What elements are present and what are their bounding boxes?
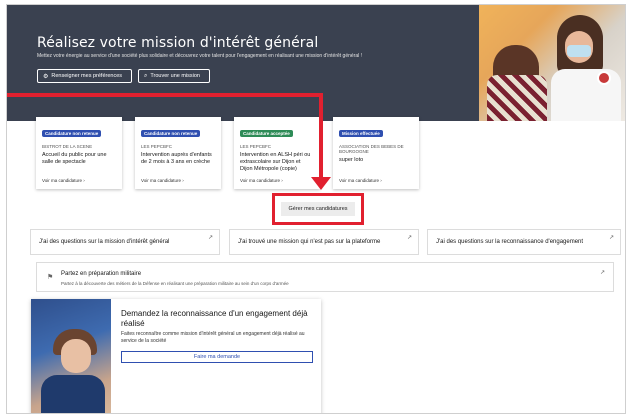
arrow-up-right-icon: ↗ bbox=[599, 270, 605, 276]
manage-applications-button[interactable]: Gérer mes candidatures bbox=[281, 202, 355, 216]
question-tile-mission[interactable]: J'ai des questions sur la mission d'inté… bbox=[30, 229, 220, 255]
hero-banner: Réalisez votre mission d'intérêt général… bbox=[7, 5, 625, 121]
preferences-button[interactable]: ⚙ Renseigner mes préférences bbox=[37, 69, 132, 83]
annotation-arrow-horizontal bbox=[7, 93, 323, 97]
photo-person-face bbox=[61, 339, 91, 373]
military-prep-tile[interactable]: ⚑ Partez en préparation militaire Partez… bbox=[36, 262, 614, 292]
card-title: super loto bbox=[339, 157, 364, 163]
application-card[interactable]: Candidature non retenue BISTROT DE LA SC… bbox=[36, 117, 122, 189]
card-organization: LES PEPCBFC bbox=[240, 144, 272, 149]
arrow-up-right-icon: ↗ bbox=[608, 235, 614, 241]
page-frame: Réalisez votre mission d'intérêt général… bbox=[6, 4, 626, 414]
view-application-link[interactable]: Voir ma candidature › bbox=[141, 178, 184, 183]
application-card[interactable]: Candidature non retenue LES PEPCBFC Inte… bbox=[135, 117, 221, 189]
annotation-arrowhead bbox=[311, 177, 331, 190]
card-title: Intervention en ALSH péri ou extrascolai… bbox=[240, 152, 311, 172]
medal-icon: ⚑ bbox=[47, 274, 54, 281]
question-tile-label: J'ai des questions sur la mission d'inté… bbox=[39, 239, 170, 245]
status-badge: Candidature non retenue bbox=[141, 130, 201, 137]
recognition-request-card: Demandez la reconnaissance d'un engageme… bbox=[31, 299, 321, 413]
application-card[interactable]: Mission effectuée ASSOCIATION DES BEBES … bbox=[333, 117, 419, 189]
recognition-description: Faites reconnaître comme mission d'intér… bbox=[121, 331, 305, 344]
application-card[interactable]: Candidature acceptée LES PEPCBFC Interve… bbox=[234, 117, 320, 189]
hero-subtitle: Mettez votre énergie au service d'une so… bbox=[37, 53, 362, 59]
photo-logo bbox=[597, 71, 611, 85]
recognition-title: Demandez la reconnaissance d'un engageme… bbox=[121, 309, 308, 328]
sliders-icon: ⚙ bbox=[43, 73, 49, 80]
hero-photo bbox=[479, 5, 625, 121]
card-organization: ASSOCIATION DES BEBES DE BOURGOGNE bbox=[339, 144, 404, 154]
question-tile-label: J'ai des questions sur la reconnaissance… bbox=[436, 239, 584, 245]
view-application-link[interactable]: Voir ma candidature › bbox=[42, 178, 85, 183]
status-badge: Candidature acceptée bbox=[240, 130, 293, 137]
make-request-button[interactable]: Faire ma demande bbox=[121, 351, 313, 363]
question-tile-recognition[interactable]: J'ai des questions sur la reconnaissance… bbox=[427, 229, 621, 255]
find-mission-button[interactable]: ⌕ Trouver une mission bbox=[138, 69, 210, 83]
military-prep-title: Partez en préparation militaire bbox=[61, 271, 142, 277]
card-organization: LES PEPCBFC bbox=[141, 144, 173, 149]
card-organization: BISTROT DE LA SCENE bbox=[42, 144, 93, 149]
find-mission-button-label: Trouver une mission bbox=[150, 73, 200, 79]
status-badge: Mission effectuée bbox=[339, 130, 383, 137]
photo-volunteer-mask bbox=[567, 45, 591, 57]
annotation-arrow-vertical bbox=[319, 93, 323, 181]
arrow-up-right-icon: ↗ bbox=[406, 235, 412, 241]
status-badge: Candidature non retenue bbox=[42, 130, 102, 137]
card-title: Intervention auprès d'enfants de 2 mois … bbox=[141, 152, 212, 165]
preferences-button-label: Renseigner mes préférences bbox=[51, 73, 123, 79]
hero-title: Réalisez votre mission d'intérêt général bbox=[37, 35, 319, 51]
military-prep-description: Partez à la découverte des métiers de la… bbox=[61, 281, 289, 286]
manage-applications-highlight: Gérer mes candidatures bbox=[272, 193, 364, 225]
photo-child-shirt bbox=[487, 75, 547, 121]
card-title: Accueil du public pour une salle de spec… bbox=[42, 152, 107, 165]
question-tile-label: J'ai trouvé une mission qui n'est pas su… bbox=[238, 239, 381, 245]
arrow-up-right-icon: ↗ bbox=[207, 235, 213, 241]
question-tile-found-mission[interactable]: J'ai trouvé une mission qui n'est pas su… bbox=[229, 229, 419, 255]
view-application-link[interactable]: Voir ma candidature › bbox=[240, 178, 283, 183]
photo-person-body bbox=[41, 375, 105, 413]
first-aid-photo bbox=[31, 299, 111, 413]
view-application-link[interactable]: Voir ma candidature › bbox=[339, 178, 382, 183]
search-icon: ⌕ bbox=[144, 72, 148, 79]
